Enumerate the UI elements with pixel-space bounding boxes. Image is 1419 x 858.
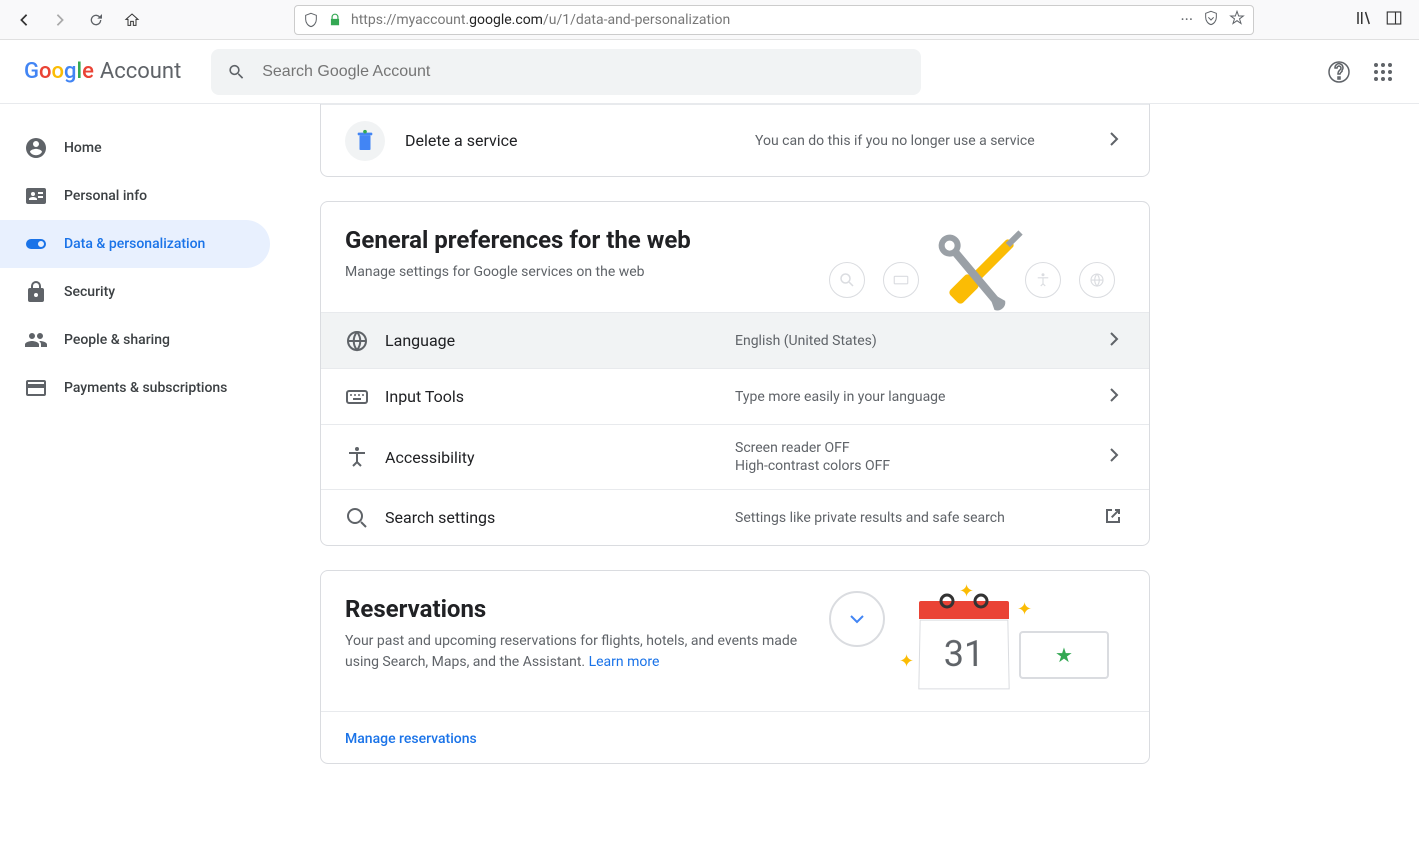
sidebar-item-people-sharing[interactable]: People & sharing <box>0 316 270 364</box>
row-value: Type more easily in your language <box>735 389 1101 405</box>
google-account-logo[interactable]: Google Account <box>24 59 181 84</box>
external-link-icon <box>1101 504 1125 532</box>
logo-suffix: Account <box>100 59 181 84</box>
card-subtitle: Manage settings for Google services on t… <box>345 262 805 283</box>
sidebar-item-label: Payments & subscriptions <box>64 380 227 396</box>
reservations-card: Reservations Your past and upcoming rese… <box>320 570 1150 764</box>
globe-icon <box>345 329 385 353</box>
row-value: English (United States) <box>735 333 1101 349</box>
row-label: Delete a service <box>405 131 755 150</box>
sidebar-item-home[interactable]: Home <box>0 124 270 172</box>
chevron-right-icon <box>1101 443 1125 471</box>
main-content: Delete a service You can do this if you … <box>280 104 1419 858</box>
browser-forward-button[interactable] <box>46 6 74 34</box>
search-icon <box>227 62 246 82</box>
row-value: Screen reader OFF High-contrast colors O… <box>735 440 1101 474</box>
reservations-illustration: ✦ ✦ ✦ 31 ★ <box>829 581 1129 701</box>
input-tools-row[interactable]: Input Tools Type more easily in your lan… <box>321 368 1149 424</box>
person-circle-icon <box>24 136 48 160</box>
chevron-right-icon <box>1101 127 1125 155</box>
ticket-icon: ★ <box>1019 631 1109 679</box>
sidebar-item-label: People & sharing <box>64 332 170 348</box>
lock-icon <box>24 280 48 304</box>
apps-button[interactable] <box>1371 60 1395 84</box>
manage-reservations-link[interactable]: Manage reservations <box>345 731 477 747</box>
globe-mini-icon <box>1079 262 1115 298</box>
search-box[interactable] <box>211 49 921 95</box>
app-header: Google Account <box>0 40 1419 104</box>
id-card-icon <box>24 184 48 208</box>
sidebar-item-label: Personal info <box>64 188 147 204</box>
shield-icon <box>303 12 319 28</box>
trash-icon <box>345 121 385 161</box>
help-button[interactable] <box>1327 60 1351 84</box>
sparkle-icon: ✦ <box>1017 599 1032 620</box>
browser-toolbar: https://myaccount.google.com/u/1/data-an… <box>0 0 1419 40</box>
sidebar-nav: Home Personal info Data & personalizatio… <box>0 104 280 858</box>
card-footer: Manage reservations <box>321 711 1149 763</box>
row-label: Language <box>385 331 735 350</box>
url-text: https://myaccount.google.com/u/1/data-an… <box>351 12 1172 28</box>
people-icon <box>24 328 48 352</box>
calendar-day: 31 <box>918 620 1009 690</box>
search-icon <box>345 506 385 530</box>
more-icon[interactable]: ··· <box>1180 10 1193 29</box>
clock-icon <box>829 591 885 647</box>
credit-card-icon <box>24 376 48 400</box>
row-label: Search settings <box>385 508 735 527</box>
search-settings-row[interactable]: Search settings Settings like private re… <box>321 489 1149 545</box>
general-preferences-card: General preferences for the web Manage s… <box>320 201 1150 546</box>
chevron-right-icon <box>1101 383 1125 411</box>
card-header: Reservations Your past and upcoming rese… <box>321 571 1149 711</box>
preferences-illustration <box>829 222 1129 332</box>
toggle-icon <box>24 232 48 256</box>
bookmark-star-icon[interactable] <box>1229 10 1245 30</box>
sparkle-icon: ✦ <box>899 651 914 672</box>
url-bar[interactable]: https://myaccount.google.com/u/1/data-an… <box>294 5 1254 35</box>
learn-more-link[interactable]: Learn more <box>589 654 660 670</box>
library-icon[interactable] <box>1355 9 1373 31</box>
accessibility-icon <box>345 445 385 469</box>
sidebar-item-security[interactable]: Security <box>0 268 270 316</box>
tools-illustration <box>911 222 1041 332</box>
delete-service-card: Delete a service You can do this if you … <box>320 104 1150 177</box>
card-header: General preferences for the web Manage s… <box>321 202 1149 312</box>
sidebar-item-label: Home <box>64 140 102 156</box>
pocket-icon[interactable] <box>1203 10 1219 30</box>
row-label: Accessibility <box>385 448 735 467</box>
browser-home-button[interactable] <box>118 6 146 34</box>
sidebar-item-label: Data & personalization <box>64 236 205 252</box>
keyboard-icon <box>345 385 385 409</box>
sidebar-item-payments[interactable]: Payments & subscriptions <box>0 364 270 412</box>
search-input[interactable] <box>262 63 905 81</box>
card-subtitle: Your past and upcoming reservations for … <box>345 631 805 673</box>
browser-back-button[interactable] <box>10 6 38 34</box>
search-mini-icon <box>829 262 865 298</box>
delete-service-row[interactable]: Delete a service You can do this if you … <box>321 104 1149 176</box>
sidebar-item-data-personalization[interactable]: Data & personalization <box>0 220 270 268</box>
row-label: Input Tools <box>385 387 735 406</box>
accessibility-row[interactable]: Accessibility Screen reader OFF High-con… <box>321 424 1149 489</box>
browser-reload-button[interactable] <box>82 6 110 34</box>
calendar-icon: 31 <box>919 601 1009 691</box>
row-value: You can do this if you no longer use a s… <box>755 133 1101 149</box>
row-value: Settings like private results and safe s… <box>735 510 1101 526</box>
sidebar-item-personal-info[interactable]: Personal info <box>0 172 270 220</box>
sidebar-item-label: Security <box>64 284 115 300</box>
lock-icon <box>327 12 343 28</box>
sidebar-icon[interactable] <box>1385 9 1403 31</box>
